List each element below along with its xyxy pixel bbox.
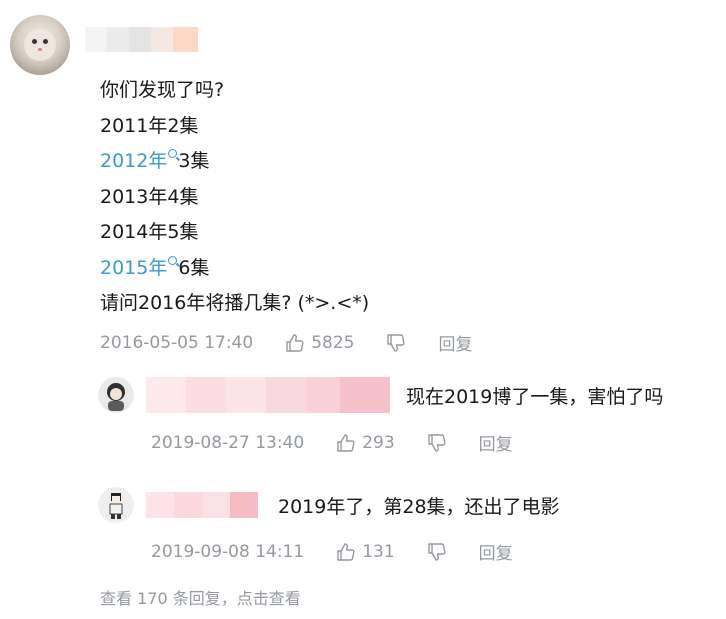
reply-item: 现在2019博了一集，害怕了吗 <box>98 377 663 413</box>
timestamp: 2016-05-05 17:40 <box>100 332 254 353</box>
comment-content: 你们发现了吗? 2011年2集 2012年 3集 2013年4集 2014年5集 … <box>100 73 369 322</box>
comment-meta: 2016-05-05 17:40 5825 回复 <box>100 330 472 356</box>
avatar[interactable] <box>98 377 134 413</box>
reply-item: 2019年了，第28集，还出了电影 <box>98 487 560 523</box>
like-button[interactable]: 293 <box>336 432 395 453</box>
reply-meta: 2019-08-27 13:40 293 回复 <box>151 430 513 456</box>
thumbs-down-icon <box>427 433 446 452</box>
reply-button[interactable]: 回复 <box>479 430 513 455</box>
reply-button[interactable]: 回复 <box>438 330 472 355</box>
search-icon[interactable] <box>168 255 178 265</box>
thumbs-down-icon <box>387 333 405 352</box>
reply-text: 现在2019博了一集，害怕了吗 <box>406 385 664 408</box>
dislike-button[interactable] <box>386 333 406 353</box>
thumbs-down-icon <box>427 542 446 561</box>
reply-text: 2019年了，第28集，还出了电影 <box>278 495 560 518</box>
comment-line: 2011年2集 <box>100 114 199 137</box>
thumbs-up-icon <box>337 542 355 561</box>
comment-line-text: 3集 <box>178 150 210 172</box>
comment-line: 2012年 3集 <box>100 144 369 180</box>
like-button[interactable]: 131 <box>336 541 395 562</box>
comment-line: 2015年 6集 <box>100 251 369 287</box>
dislike-button[interactable] <box>427 542 447 562</box>
comment-line: 2014年5集 <box>100 221 199 243</box>
like-button[interactable]: 5825 <box>285 333 354 353</box>
thumbs-up-icon <box>337 433 355 452</box>
avatar[interactable] <box>98 487 134 523</box>
comment-line-text: 6集 <box>178 256 210 279</box>
search-link[interactable]: 2015年 <box>100 257 167 279</box>
reply-button[interactable]: 回复 <box>479 539 513 564</box>
timestamp: 2019-08-27 13:40 <box>151 432 305 453</box>
search-link[interactable]: 2012年 <box>100 150 167 172</box>
avatar-eye <box>32 39 37 44</box>
thumbs-up-icon <box>286 333 304 352</box>
username-blurred[interactable] <box>85 27 198 52</box>
dislike-button[interactable] <box>427 433 447 453</box>
reply-meta: 2019-09-08 14:11 131 回复 <box>151 539 513 565</box>
avatar-face <box>24 29 56 61</box>
comment-line: 2013年4集 <box>100 185 199 208</box>
comment-line: 请问2016年将播几集? (*>.<*) <box>100 292 370 314</box>
like-count: 5825 <box>311 332 355 353</box>
avatar-eye <box>43 39 48 44</box>
comment-line: 你们发现了吗? <box>100 79 225 101</box>
username-blurred[interactable] <box>146 492 258 518</box>
search-icon[interactable] <box>168 149 178 158</box>
avatar-nose <box>38 48 42 51</box>
like-count: 131 <box>362 541 395 562</box>
view-more-replies-link[interactable]: 查看 170 条回复，点击查看 <box>100 585 301 609</box>
username-blurred[interactable] <box>146 377 390 413</box>
timestamp: 2019-09-08 14:11 <box>151 541 305 562</box>
avatar[interactable] <box>10 15 70 75</box>
like-count: 293 <box>362 432 395 453</box>
